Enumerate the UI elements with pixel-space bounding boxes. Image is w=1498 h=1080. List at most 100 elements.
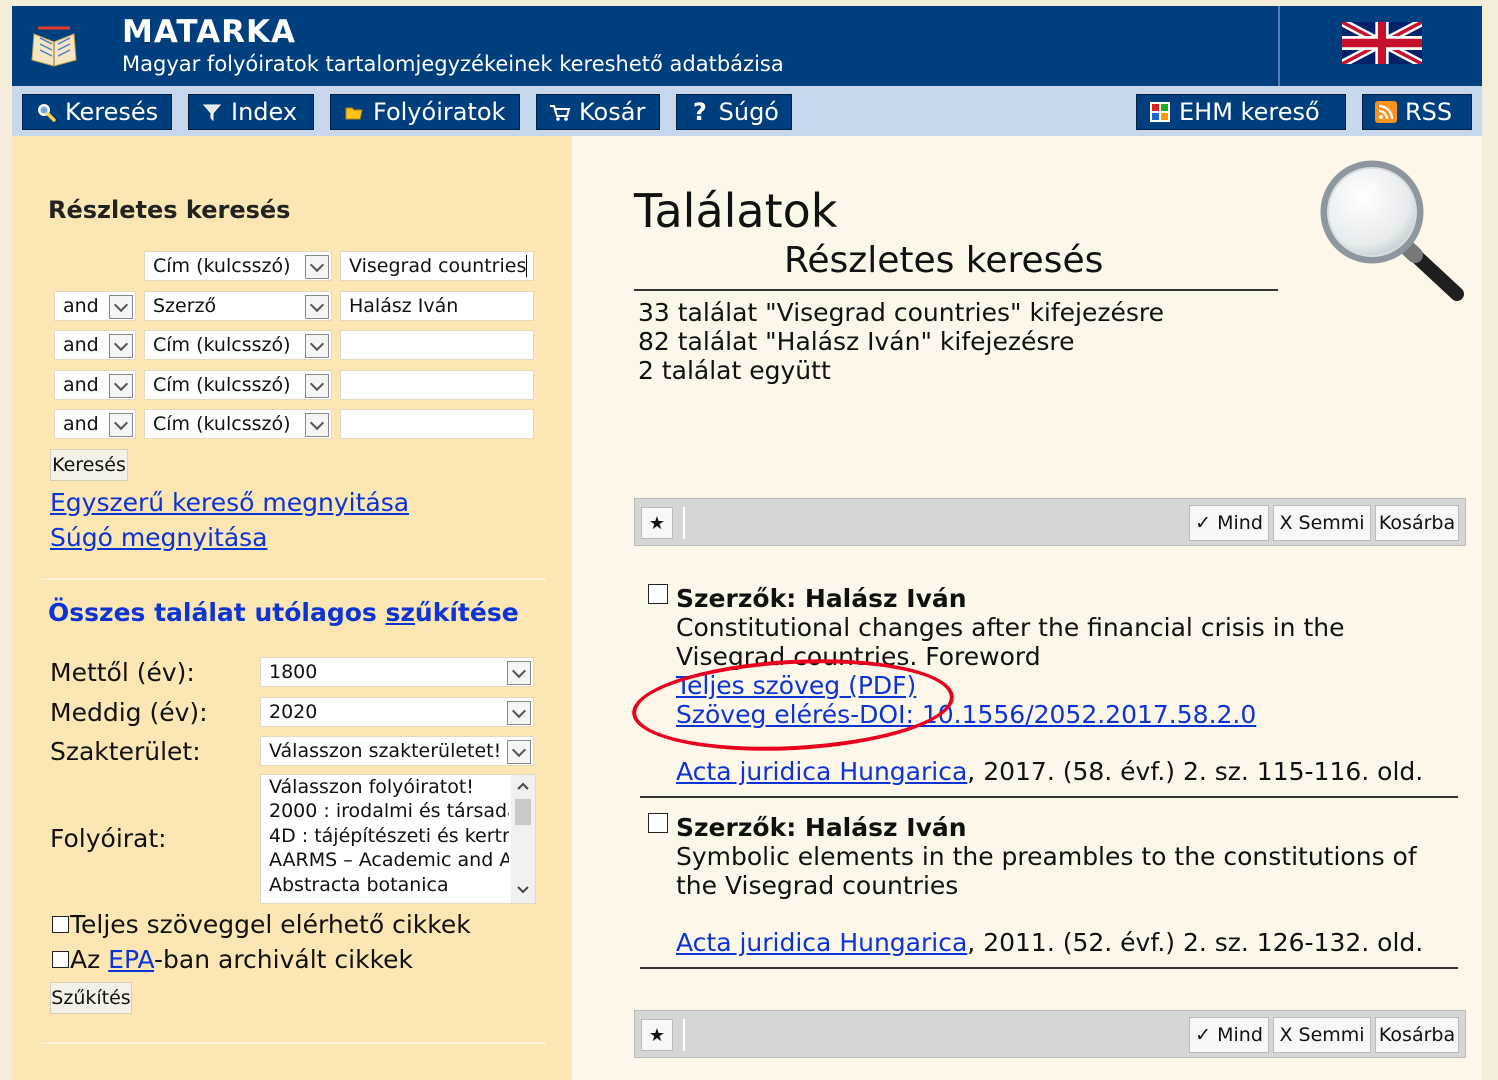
journal-link[interactable]: Acta juridica Hungarica (676, 928, 967, 957)
select-none-button[interactable]: X Semmi (1273, 1017, 1371, 1053)
chevron-down-icon (109, 334, 133, 358)
chevron-down-icon (507, 701, 531, 725)
from-year-select[interactable]: 1800 (260, 657, 534, 687)
help-icon: ? (692, 98, 707, 126)
chevron-down-icon (507, 661, 531, 685)
search-term-input-5[interactable] (340, 409, 534, 439)
result-checkbox-2[interactable] (648, 813, 668, 833)
divider (640, 796, 1458, 798)
nav-label: Index (231, 98, 298, 126)
operator-select-3[interactable]: and (54, 330, 136, 360)
label-text: Az (70, 945, 109, 974)
select-all-button[interactable]: ✓ Mind (1189, 505, 1269, 541)
chevron-down-icon (305, 413, 329, 437)
uk-flag-icon[interactable] (1342, 22, 1422, 64)
fulltext-pdf-link[interactable]: Teljes szöveg (PDF) (676, 671, 916, 700)
search-field-select-2[interactable]: Szerző (144, 291, 332, 321)
help-link[interactable]: Súgó megnyitása (50, 523, 267, 552)
results-toolbar-top: ★ ✓ Mind X Semmi Kosárba (634, 498, 1466, 546)
search-field-select-1[interactable]: Cím (kulcsszó) (144, 251, 332, 281)
result-authors-1: Szerzők: Halász Iván (676, 584, 967, 613)
scrollbar[interactable] (511, 775, 535, 903)
label-text: -ban archivált cikkek (154, 945, 414, 974)
nav-kereses-button[interactable]: Keresés (22, 94, 172, 130)
matarka-logo-icon[interactable] (26, 20, 82, 76)
results-subtitle: Részletes keresés (784, 240, 1104, 281)
search-term-input-3[interactable] (340, 330, 534, 360)
nav-sugo-button[interactable]: ? Súgó (676, 94, 792, 130)
nav-index-button[interactable]: Index (188, 94, 314, 130)
journal-label: Folyóirat: (50, 824, 167, 853)
epa-checkbox-label: Az EPA-ban archivált cikkek (70, 945, 413, 974)
search-field-select-5[interactable]: Cím (kulcsszó) (144, 409, 332, 439)
select-value: Cím (kulcsszó) (153, 334, 291, 356)
select-none-button[interactable]: X Semmi (1273, 505, 1371, 541)
cart-icon (549, 101, 571, 123)
select-value: 2020 (269, 701, 318, 723)
star-button[interactable]: ★ (641, 1019, 673, 1051)
list-item[interactable]: Válasszon folyóiratot! (261, 775, 509, 799)
nav-rss-button[interactable]: RSS (1362, 94, 1472, 130)
select-value: Cím (kulcsszó) (153, 374, 291, 396)
search-field-select-4[interactable]: Cím (kulcsszó) (144, 370, 332, 400)
list-item[interactable]: Abstracta botanica (261, 873, 509, 897)
results-toolbar-bottom: ★ ✓ Mind X Semmi Kosárba (634, 1010, 1466, 1058)
operator-select-5[interactable]: and (54, 409, 136, 439)
header-divider (1278, 6, 1280, 86)
result-checkbox-1[interactable] (648, 584, 668, 604)
result-journal-2: Acta juridica Hungarica, 2011. (52. évf.… (676, 928, 1423, 957)
simple-search-link[interactable]: Egyszerű kereső megnyitása (50, 488, 409, 517)
search-term-input-2[interactable]: Halász Iván (340, 291, 534, 321)
narrow-button[interactable]: Szűkítés (50, 982, 132, 1014)
result-journal-1: Acta juridica Hungarica, 2017. (58. évf.… (676, 757, 1423, 786)
nav-kosar-button[interactable]: Kosár (536, 94, 660, 130)
operator-select-4[interactable]: and (54, 370, 136, 400)
chevron-down-icon (305, 255, 329, 279)
nav-ehm-button[interactable]: EHM kereső (1136, 94, 1346, 130)
result-authors-2: Szerzők: Halász Iván (676, 813, 967, 842)
operator-select-2[interactable]: and (54, 291, 136, 321)
chevron-down-icon[interactable] (516, 885, 530, 895)
scrollbar-thumb[interactable] (515, 799, 531, 825)
folder-icon (343, 101, 365, 123)
input-value: Visegrad countries (349, 255, 527, 277)
journal-listbox[interactable]: Válasszon folyóiratot! 2000 : irodalmi é… (260, 774, 536, 904)
search-button[interactable]: Keresés (50, 449, 128, 481)
field-select[interactable]: Válasszon szakterületet! (260, 736, 534, 766)
divider (40, 1042, 546, 1044)
to-year-select[interactable]: 2020 (260, 697, 534, 727)
divider (40, 578, 546, 580)
epa-link[interactable]: EPA (108, 945, 154, 974)
chevron-down-icon (109, 374, 133, 398)
add-to-cart-button[interactable]: Kosárba (1375, 1017, 1459, 1053)
epa-checkbox[interactable] (52, 951, 69, 968)
select-value: 1800 (269, 661, 318, 683)
chevron-up-icon[interactable] (516, 781, 530, 791)
result-title-1: Constitutional changes after the financi… (676, 613, 1345, 671)
nav-label: Keresés (65, 98, 159, 126)
heading-text: Összes találat utólagos (48, 598, 386, 627)
list-item[interactable]: 2000 : irodalmi és társadalmi (261, 799, 509, 823)
list-item[interactable]: AARMS – Academic and Applied (261, 848, 509, 872)
doi-link[interactable]: Szöveg elérés-DOI: 10.1556/2052.2017.58.… (676, 700, 1256, 729)
add-to-cart-button[interactable]: Kosárba (1375, 505, 1459, 541)
search-term-input-1[interactable]: Visegrad countries (340, 251, 534, 281)
nav-folyoiratok-button[interactable]: Folyóiratok (330, 94, 520, 130)
results-panel: Találatok Részletes keresés 33 találat "… (572, 136, 1482, 1080)
toolbar-separator (683, 507, 685, 539)
journal-link[interactable]: Acta juridica Hungarica (676, 757, 967, 786)
filter-icon (201, 101, 223, 123)
rss-icon (1375, 101, 1397, 123)
detailed-search-heading: Részletes keresés (48, 196, 291, 224)
fulltext-checkbox[interactable] (52, 916, 69, 933)
heading-accesskey: sz (385, 598, 415, 627)
select-value: Válasszon szakterületet! (269, 740, 502, 762)
journal-info: , 2017. (58. évf.) 2. sz. 115-116. old. (967, 757, 1424, 786)
nav-label: Kosár (579, 98, 646, 126)
site-header: MATARKA Magyar folyóiratok tartalomjegyz… (12, 6, 1482, 86)
search-term-input-4[interactable] (340, 370, 534, 400)
search-field-select-3[interactable]: Cím (kulcsszó) (144, 330, 332, 360)
star-button[interactable]: ★ (641, 507, 673, 539)
list-item[interactable]: 4D : tájépítészeti és kertművészeti (261, 824, 509, 848)
select-all-button[interactable]: ✓ Mind (1189, 1017, 1269, 1053)
